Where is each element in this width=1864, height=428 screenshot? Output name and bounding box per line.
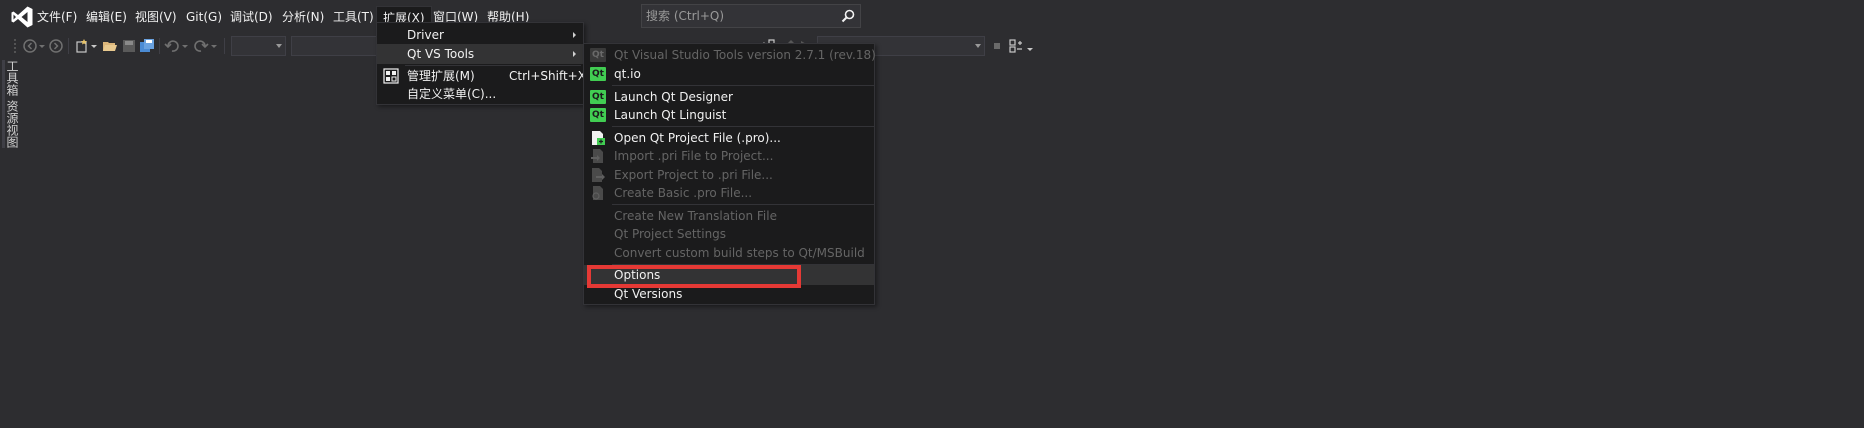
redo-dropdown-icon[interactable]	[210, 38, 218, 54]
submenu-arrow-icon	[573, 51, 576, 57]
create-pro-icon	[592, 186, 603, 200]
menu-item-convert-build-steps: Convert custom build steps to Qt/MSBuild	[584, 243, 874, 263]
search-placeholder: 搜索 (Ctrl+Q)	[646, 9, 725, 23]
menu-item-label: Create New Translation File	[614, 209, 777, 223]
search-icon[interactable]	[840, 8, 856, 24]
qt-linguist-icon: Qt	[590, 107, 606, 123]
menu-item-label: Qt VS Tools	[407, 47, 475, 61]
menu-item-label: Convert custom build steps to Qt/MSBuild	[614, 246, 865, 260]
menu-item-qt-project-settings: Qt Project Settings	[584, 224, 874, 244]
chevron-down-icon	[975, 44, 981, 48]
menu-item-launch-qt-linguist[interactable]: Qt Launch Qt Linguist	[584, 105, 874, 125]
menu-edit[interactable]: 编辑(E)	[80, 6, 133, 28]
toolbar-grip[interactable]	[13, 38, 17, 54]
side-tab-strip: 工具箱 资源视图	[0, 60, 22, 428]
menu-separator	[612, 126, 874, 127]
menu-item-label: 管理扩展(M)	[407, 69, 475, 83]
menu-view[interactable]: 视图(V)	[129, 6, 183, 28]
menu-item-create-basic-pro: Create Basic .pro File...	[584, 183, 874, 203]
menu-item-import-pri: Import .pri File to Project...	[584, 146, 874, 166]
qt-icon: Qt	[590, 66, 606, 82]
submenu-arrow-icon	[573, 32, 576, 38]
save-all-icon[interactable]	[139, 38, 155, 54]
menu-item-driver[interactable]: Driver	[377, 25, 583, 45]
menu-item-label: Qt Visual Studio Tools version 2.7.1 (re…	[614, 48, 876, 62]
menu-item-customize-menu[interactable]: 自定义菜单(C)...	[377, 84, 583, 104]
solution-configuration-combo[interactable]	[231, 36, 286, 56]
export-pri-icon	[592, 168, 605, 182]
menu-item-export-pri: Export Project to .pri File...	[584, 165, 874, 185]
menu-item-qt-vs-tools[interactable]: Qt VS Tools	[377, 44, 583, 64]
toolbar-separator	[68, 38, 69, 54]
menu-separator	[612, 85, 874, 86]
menu-item-label: qt.io	[614, 67, 641, 81]
standard-toolbar	[0, 34, 1864, 58]
menu-item-label: Create Basic .pro File...	[614, 186, 753, 200]
menu-analyze[interactable]: 分析(N)	[276, 6, 330, 28]
back-dropdown-icon[interactable]	[38, 38, 46, 54]
new-project-icon[interactable]	[74, 38, 90, 54]
undo-dropdown-icon[interactable]	[181, 38, 189, 54]
toolbar-separator	[159, 38, 160, 54]
menu-item-label: Export Project to .pri File...	[614, 168, 773, 182]
menu-item-label: Open Qt Project File (.pro)...	[614, 131, 781, 145]
search-input[interactable]: 搜索 (Ctrl+Q)	[641, 4, 861, 28]
menu-item-create-translation-file: Create New Translation File	[584, 206, 874, 226]
menu-git[interactable]: Git(G)	[180, 6, 228, 28]
menu-item-label: Driver	[407, 28, 444, 42]
qt-icon: Qt	[590, 47, 606, 63]
open-project-icon	[592, 131, 605, 145]
undo-icon[interactable]	[164, 38, 180, 54]
menu-file[interactable]: 文件(F)	[31, 6, 83, 28]
menu-separator	[612, 204, 874, 205]
extensions-menu: Driver Qt VS Tools 管理扩展(M) Ctrl+Shift+X …	[376, 22, 586, 105]
menu-item-launch-qt-designer[interactable]: Qt Launch Qt Designer	[584, 87, 874, 107]
redo-icon[interactable]	[193, 38, 209, 54]
menu-item-qt-version-info: Qt Qt Visual Studio Tools version 2.7.1 …	[584, 45, 876, 65]
menu-item-qt-io[interactable]: Qt qt.io	[584, 64, 874, 84]
menu-item-label: Launch Qt Linguist	[614, 108, 727, 122]
menu-item-label: Qt Project Settings	[614, 227, 727, 241]
forward-icon[interactable]	[48, 38, 64, 54]
save-icon[interactable]	[121, 38, 137, 54]
menu-tools[interactable]: 工具(T)	[327, 6, 380, 28]
toolbox-tab[interactable]: 工具箱	[5, 60, 21, 96]
toolbar-options-icon[interactable]	[1008, 38, 1024, 54]
highlight-annotation	[587, 265, 801, 288]
menu-debug[interactable]: 调试(D)	[224, 6, 279, 28]
menu-item-label: Launch Qt Designer	[614, 90, 733, 104]
toolbar-overflow-icon[interactable]	[1025, 38, 1035, 54]
menu-item-label: Import .pri File to Project...	[614, 149, 774, 163]
toolbar-separator	[224, 38, 225, 54]
menu-item-open-qt-project-file[interactable]: Open Qt Project File (.pro)...	[584, 128, 874, 148]
back-icon[interactable]	[22, 38, 38, 54]
qt-designer-icon: Qt	[590, 89, 606, 105]
new-dropdown-icon[interactable]	[90, 38, 98, 54]
menu-bar: 文件(F) 编辑(E) 视图(V) Git(G) 调试(D) 分析(N) 工具(…	[0, 0, 1864, 34]
import-pri-icon	[591, 149, 603, 163]
resource-view-tab[interactable]: 资源视图	[5, 100, 21, 148]
stop-icon[interactable]	[992, 38, 1002, 54]
menu-item-label: 自定义菜单(C)...	[407, 87, 497, 101]
menu-item-shortcut: Ctrl+Shift+X	[509, 69, 586, 83]
menu-item-manage-extensions[interactable]: 管理扩展(M) Ctrl+Shift+X	[377, 66, 586, 86]
manage-extensions-icon	[383, 68, 399, 84]
open-file-icon[interactable]	[102, 38, 118, 54]
chevron-down-icon	[276, 44, 282, 48]
solution-platform-combo[interactable]	[291, 36, 379, 56]
